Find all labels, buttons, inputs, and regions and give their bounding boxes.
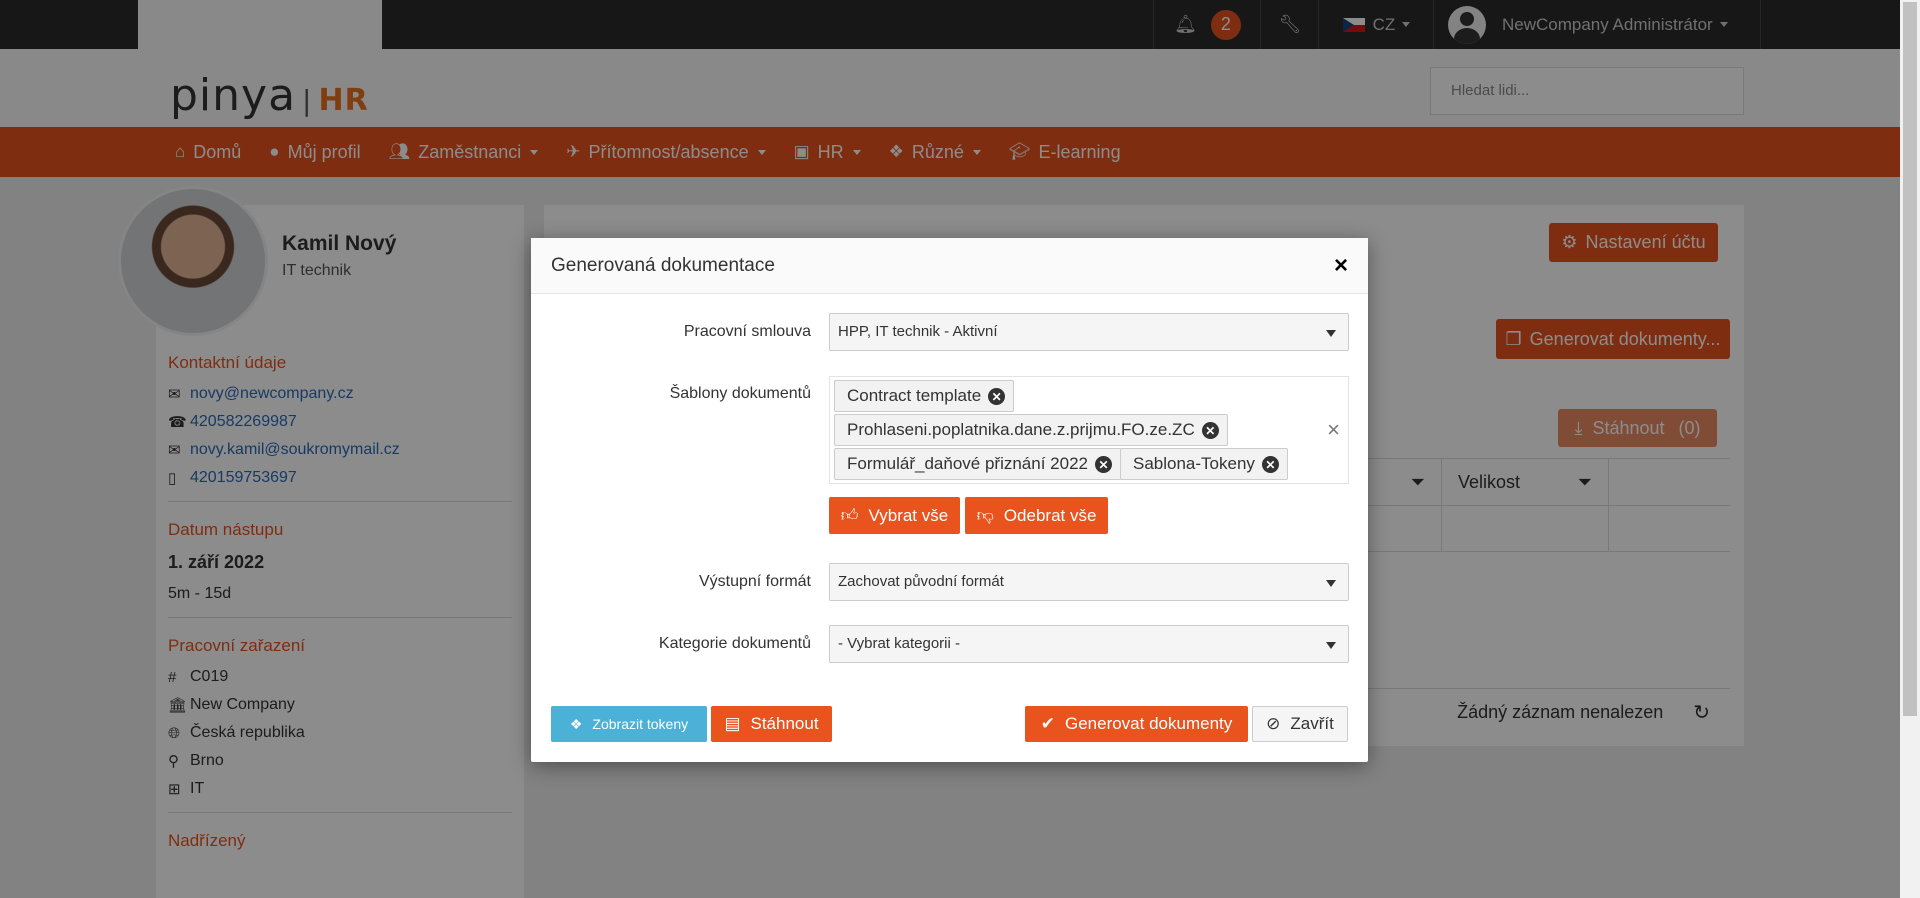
category-select[interactable]: - Vybrat kategorii - bbox=[829, 625, 1349, 663]
scrollbar-thumb[interactable] bbox=[1903, 2, 1917, 716]
template-tag: Contract template ✕ bbox=[834, 380, 1015, 412]
thumbs-up-icon: 👍︎ bbox=[840, 506, 859, 525]
generated-docs-modal: Generovaná dokumentace × Pracovní smlouv… bbox=[531, 238, 1368, 762]
template-tag-label: Formulář_daňové přiznání 2022 bbox=[847, 454, 1088, 473]
cubes-icon: ❖ bbox=[569, 715, 583, 732]
remove-all-label: Odebrat vše bbox=[1003, 505, 1097, 525]
generate-button[interactable]: ✔ Generovat dokumenty bbox=[1025, 706, 1248, 742]
modal-title: Generovaná dokumentace bbox=[551, 254, 775, 276]
show-tokens-label: Zobrazit tokeny bbox=[592, 716, 689, 732]
ban-icon: ⊘ bbox=[1266, 714, 1281, 733]
template-tag: Prohlaseni.poplatnika.dane.z.prijmu.FO.z… bbox=[834, 414, 1228, 446]
remove-tag-icon[interactable]: ✕ bbox=[1094, 456, 1112, 473]
format-label: Výstupní formát bbox=[698, 573, 811, 590]
category-value: - Vybrat kategorii - bbox=[838, 635, 960, 652]
remove-tag-icon[interactable]: ✕ bbox=[988, 388, 1006, 405]
template-tag-label: Sablona-Tokeny bbox=[1133, 454, 1255, 473]
contract-label: Pracovní smlouva bbox=[683, 323, 811, 340]
remove-tag-icon[interactable]: ✕ bbox=[1261, 456, 1279, 473]
dropdown-arrow-icon bbox=[1326, 580, 1336, 587]
format-value: Zachovat původní formát bbox=[838, 573, 1004, 590]
thumbs-down-icon: 👎︎ bbox=[976, 506, 994, 525]
format-select[interactable]: Zachovat původní formát bbox=[829, 563, 1349, 601]
select-all-label: Vybrat vše bbox=[868, 505, 949, 525]
close-icon[interactable]: × bbox=[1334, 252, 1348, 280]
clear-all-icon[interactable]: × bbox=[1327, 417, 1340, 443]
modal-download-label: Stáhnout bbox=[750, 714, 819, 733]
templates-label: Šablony dokumentů bbox=[669, 385, 811, 402]
file-pdf-icon: ▤ bbox=[724, 714, 741, 733]
category-label: Kategorie dokumentů bbox=[658, 635, 811, 652]
modal-download-button[interactable]: ▤ Stáhnout bbox=[711, 706, 832, 742]
close-button[interactable]: ⊘ Zavřít bbox=[1252, 706, 1348, 742]
check-icon: ✔ bbox=[1040, 714, 1055, 733]
remove-all-button[interactable]: 👎︎ Odebrat vše bbox=[965, 497, 1108, 534]
remove-tag-icon[interactable]: ✕ bbox=[1201, 422, 1219, 439]
dropdown-arrow-icon bbox=[1326, 330, 1336, 337]
template-tag-label: Contract template bbox=[847, 386, 982, 405]
generate-label: Generovat dokumenty bbox=[1064, 714, 1233, 733]
contract-select[interactable]: HPP, IT technik - Aktivní bbox=[829, 313, 1349, 351]
templates-multiselect[interactable]: Contract template ✕ Prohlaseni.poplatnika… bbox=[829, 376, 1349, 484]
template-tag: Sablona-Tokeny ✕ bbox=[1120, 448, 1288, 480]
modal-header: Generovaná dokumentace × bbox=[531, 238, 1368, 294]
select-all-button[interactable]: 👍︎ Vybrat vše bbox=[829, 497, 960, 534]
close-label: Zavřít bbox=[1290, 714, 1334, 733]
contract-value: HPP, IT technik - Aktivní bbox=[838, 323, 998, 340]
dropdown-arrow-icon bbox=[1326, 642, 1336, 649]
template-tag-label: Prohlaseni.poplatnika.dane.z.prijmu.FO.z… bbox=[847, 420, 1195, 439]
show-tokens-button[interactable]: ❖ Zobrazit tokeny bbox=[551, 706, 707, 742]
template-tag: Formulář_daňové přiznání 2022 ✕ bbox=[834, 448, 1121, 480]
